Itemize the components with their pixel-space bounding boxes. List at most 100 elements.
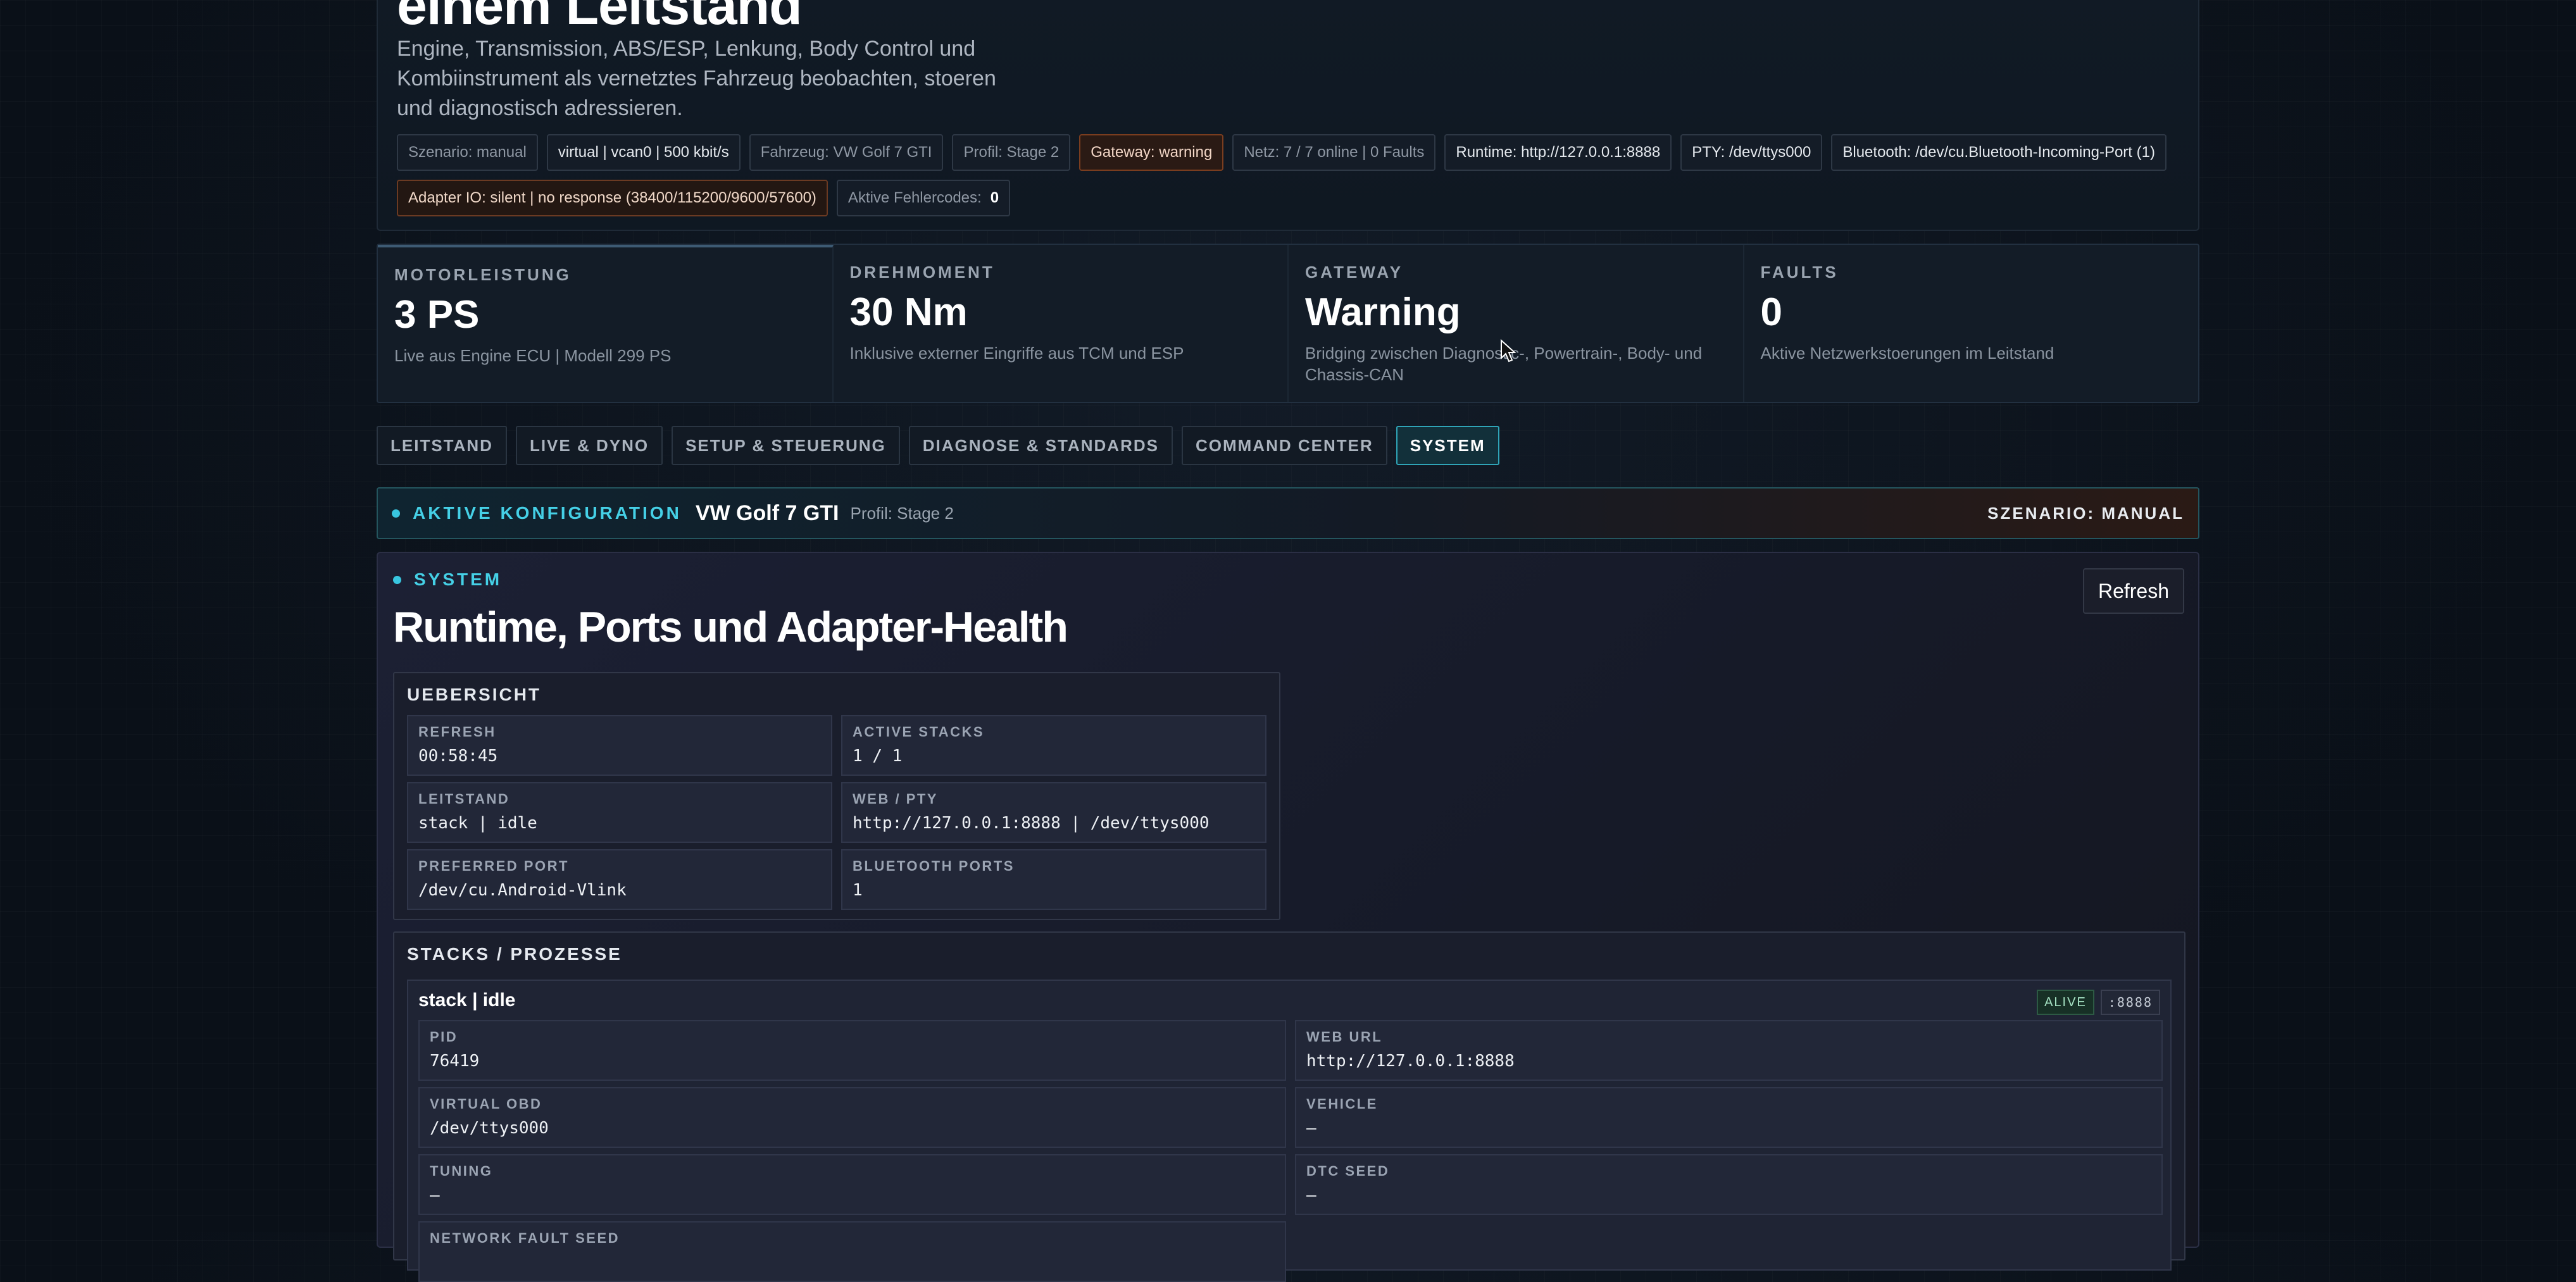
- stack-cell-dtc-seed: DTC SEED –: [1295, 1154, 2163, 1215]
- stack-badges: ALIVE :8888: [2037, 990, 2160, 1015]
- hero-panel: einem Leitstand Engine, Transmission, AB…: [377, 0, 2199, 231]
- stack-cell-pid: PID 76419: [418, 1020, 1286, 1081]
- status-badge: ALIVE: [2037, 990, 2094, 1015]
- cell-label: DTC SEED: [1306, 1163, 1390, 1179]
- metric-gateway: GATEWAY Warning Bridging zwischen Diagno…: [1289, 245, 1744, 402]
- overview-title: UEBERSICHT: [407, 685, 542, 704]
- cell-value: 76419: [430, 1052, 480, 1071]
- cell-value: 00:58:45: [418, 747, 498, 766]
- stack-name: stack | idle: [418, 990, 516, 1011]
- refresh-button[interactable]: Refresh: [2083, 568, 2184, 614]
- stack-cell-web-url: WEB URL http://127.0.0.1:8888: [1295, 1020, 2163, 1081]
- stack-cell-vehicle: VEHICLE –: [1295, 1087, 2163, 1148]
- cell-label: BLUETOOTH PORTS: [853, 858, 1015, 874]
- cell-label: LEITSTAND: [418, 791, 510, 807]
- overview-cell-active-stacks: ACTIVE STACKS 1 / 1: [841, 715, 1266, 776]
- cell-label: NETWORK FAULT SEED: [430, 1230, 620, 1246]
- overview-cell-preferred-port: PREFERRED PORT /dev/cu.Android-Vlink: [407, 849, 832, 910]
- tab-diagnose-standards[interactable]: DIAGNOSE & STANDARDS: [908, 426, 1173, 465]
- cell-label: ACTIVE STACKS: [853, 724, 985, 740]
- overview-section: UEBERSICHT REFRESH 00:58:45 ACTIVE STACK…: [393, 672, 1280, 920]
- cell-value: /dev/ttys000: [430, 1119, 549, 1138]
- cell-label: PID: [430, 1029, 458, 1045]
- tab-system[interactable]: SYSTEM: [1396, 426, 1499, 465]
- bus-chip: virtual | vcan0 | 500 kbit/s: [546, 134, 741, 171]
- port-badge: :8888: [2100, 990, 2160, 1015]
- cell-value: 1: [853, 881, 863, 900]
- cell-label: WEB URL: [1306, 1029, 1383, 1045]
- eyebrow-label: SYSTEM: [414, 569, 503, 589]
- status-dot-icon: [392, 509, 400, 518]
- stacks-title: STACKS / PROZESSE: [407, 944, 622, 964]
- overview-grid: REFRESH 00:58:45 ACTIVE STACKS 1 / 1 LEI…: [394, 705, 1279, 910]
- cell-label: PREFERRED PORT: [418, 858, 569, 874]
- cell-value: http://127.0.0.1:8888: [1306, 1052, 1515, 1071]
- section-title: Runtime, Ports und Adapter-Health: [393, 603, 1068, 651]
- metric-label: GATEWAY: [1305, 263, 1404, 282]
- page-subtitle: Engine, Transmission, ABS/ESP, Lenkung, …: [397, 37, 996, 120]
- cell-label: REFRESH: [418, 724, 496, 740]
- cell-value: http://127.0.0.1:8888 | /dev/ttys000: [853, 814, 1210, 833]
- dtc-label: Aktive Fehlercodes:: [847, 189, 982, 206]
- scenario-chip: Szenario: manual: [397, 134, 538, 171]
- metric-faults: FAULTS 0 Aktive Netzwerkstoerungen im Le…: [1744, 245, 2199, 402]
- page-title: einem Leitstand: [397, 0, 803, 36]
- network-chip: Netz: 7 / 7 online | 0 Faults: [1232, 134, 1436, 171]
- stacks-section: STACKS / PROZESSE stack | idle ALIVE :88…: [393, 931, 2185, 1282]
- cell-value: –: [1306, 1186, 1316, 1205]
- mouse-cursor-icon: [1501, 339, 1516, 363]
- tab-setup-steuerung[interactable]: SETUP & STEUERUNG: [672, 426, 900, 465]
- config-scenario: SZENARIO: MANUAL: [1987, 503, 2184, 523]
- cell-value: –: [430, 1186, 440, 1205]
- metric-value: 30 Nm: [849, 290, 968, 334]
- stack-cell-virtual-obd: VIRTUAL OBD /dev/ttys000: [418, 1087, 1286, 1148]
- config-profile: Profil: Stage 2: [850, 503, 954, 523]
- tab-leitstand[interactable]: LEITSTAND: [377, 426, 507, 465]
- overview-cell-bluetooth-ports: BLUETOOTH PORTS 1: [841, 849, 1266, 910]
- tab-bar: LEITSTAND LIVE & DYNO SETUP & STEUERUNG …: [377, 426, 1499, 465]
- cell-label: TUNING: [430, 1163, 493, 1179]
- vehicle-chip: Fahrzeug: VW Golf 7 GTI: [749, 134, 944, 171]
- metric-description: Live aus Engine ECU | Modell 299 PS: [394, 346, 672, 365]
- overview-cell-leitstand: LEITSTAND stack | idle: [407, 782, 832, 843]
- metric-label: MOTORLEISTUNG: [394, 265, 572, 284]
- profile-chip: Profil: Stage 2: [952, 134, 1071, 171]
- metric-torque: DREHMOMENT 30 Nm Inklusive externer Eing…: [834, 245, 1289, 402]
- tab-live-dyno[interactable]: LIVE & DYNO: [515, 426, 663, 465]
- cell-value: /dev/cu.Android-Vlink: [418, 881, 627, 900]
- metric-power: MOTORLEISTUNG 3 PS Live aus Engine ECU |…: [378, 245, 834, 402]
- stack-grid: PID 76419 WEB URL http://127.0.0.1:8888 …: [418, 1020, 2163, 1282]
- metric-label: DREHMOMENT: [849, 263, 995, 282]
- system-panel: SYSTEM Runtime, Ports und Adapter-Health…: [377, 552, 2199, 1282]
- stack-cell-tuning: TUNING –: [418, 1154, 1286, 1215]
- overview-cell-web-pty: WEB / PTY http://127.0.0.1:8888 | /dev/t…: [841, 782, 1266, 843]
- metrics-strip: MOTORLEISTUNG 3 PS Live aus Engine ECU |…: [377, 244, 2199, 403]
- status-chips: Szenario: manual virtual | vcan0 | 500 k…: [397, 134, 2188, 216]
- stack-cell-network-fault-seed: NETWORK FAULT SEED: [418, 1221, 1286, 1282]
- bluetooth-chip: Bluetooth: /dev/cu.Bluetooth-Incoming-Po…: [1831, 134, 2166, 171]
- pty-chip: PTY: /dev/ttys000: [1680, 134, 1823, 171]
- section-eyebrow: SYSTEM: [393, 569, 502, 590]
- runtime-chip: Runtime: http://127.0.0.1:8888: [1444, 134, 1672, 171]
- status-dot-icon: [393, 575, 401, 584]
- tab-command-center[interactable]: COMMAND CENTER: [1181, 426, 1387, 465]
- metric-value: 3 PS: [394, 293, 480, 337]
- cell-label: VIRTUAL OBD: [430, 1096, 542, 1112]
- cell-value: stack | idle: [418, 814, 537, 833]
- metric-description: Aktive Netzwerkstoerungen im Leitstand: [1760, 344, 2054, 363]
- cell-value: 1 / 1: [853, 747, 903, 766]
- metric-value: 0: [1760, 290, 1782, 334]
- stack-card: stack | idle ALIVE :8888 PID 76419 WEB U…: [407, 980, 2172, 1282]
- metric-value: Warning: [1305, 290, 1461, 334]
- active-config-bar: AKTIVE KONFIGURATION VW Golf 7 GTI Profi…: [377, 487, 2199, 539]
- cell-label: WEB / PTY: [853, 791, 938, 807]
- config-vehicle: VW Golf 7 GTI: [695, 501, 839, 525]
- cell-label: VEHICLE: [1306, 1096, 1378, 1112]
- config-label: AKTIVE KONFIGURATION: [413, 503, 682, 523]
- dtc-chip: Aktive Fehlercodes: 0: [836, 180, 1011, 216]
- cell-value: –: [1306, 1119, 1316, 1138]
- dtc-count: 0: [990, 189, 999, 206]
- gateway-chip: Gateway: warning: [1079, 134, 1224, 171]
- metric-label: FAULTS: [1760, 263, 1839, 282]
- overview-cell-refresh: REFRESH 00:58:45: [407, 715, 832, 776]
